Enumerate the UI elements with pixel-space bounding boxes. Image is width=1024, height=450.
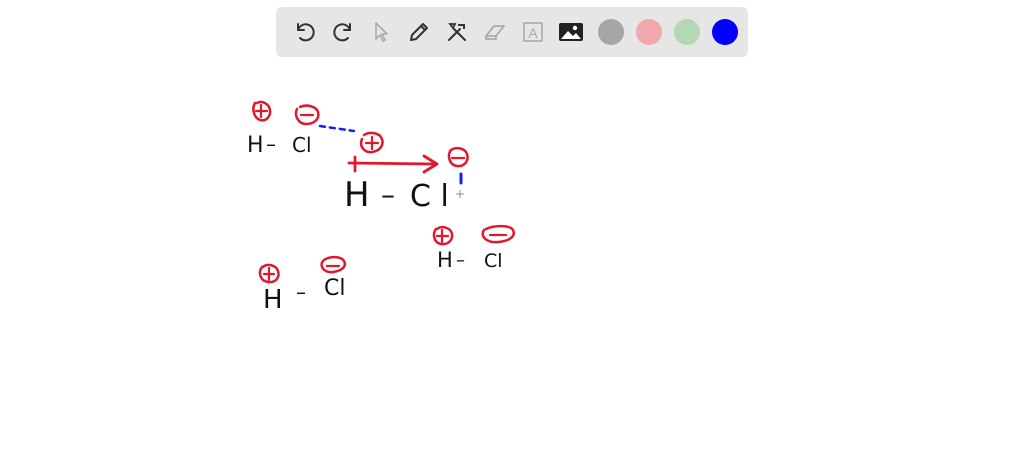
partial-positive-charge: [359, 131, 384, 154]
chlorine-label: Cl: [324, 276, 345, 301]
cursor-crosshair: +: [455, 187, 465, 201]
bond-label: –: [296, 280, 306, 304]
hydrogen-label: H: [247, 133, 264, 158]
bond-label: –: [381, 178, 395, 211]
chlorine-label: Cl: [292, 133, 312, 157]
hcl-molecule-2: H – C l +: [344, 131, 469, 215]
hydrogen-label: H: [344, 175, 370, 215]
partial-positive-charge: [258, 263, 280, 284]
chlorine-label: C l: [410, 179, 449, 214]
hcl-molecule-3: H – Cl: [432, 224, 515, 272]
partial-positive-charge: [252, 100, 272, 122]
bond-label: –: [266, 132, 276, 156]
dipole-arrow: [347, 154, 439, 174]
hcl-molecule-1: H – Cl: [247, 100, 356, 158]
dipole-interaction-line: [318, 124, 356, 133]
hydrogen-label: H: [437, 248, 453, 272]
partial-negative-charge: [447, 146, 469, 168]
handwriting-layer: H – Cl H – C l + H – Cl H – Cl: [247, 100, 515, 315]
bond-label: –: [456, 250, 465, 271]
hcl-molecule-4: H – Cl: [258, 255, 347, 315]
whiteboard-canvas[interactable]: A H – Cl H – C l + H – Cl H – Cl: [0, 0, 1024, 450]
partial-negative-charge: [320, 255, 347, 274]
hydrogen-label: H: [263, 285, 283, 315]
partial-negative-charge: [481, 224, 515, 244]
chlorine-label: Cl: [484, 250, 503, 272]
partial-positive-charge: [432, 225, 454, 246]
partial-negative-charge: [294, 104, 320, 126]
